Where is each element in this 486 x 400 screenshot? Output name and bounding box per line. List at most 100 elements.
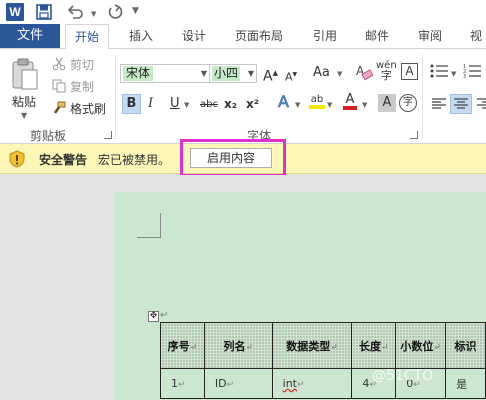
character-shading-button[interactable]: A [378,94,396,112]
undo-dropdown-icon[interactable]: ▼ [91,10,96,18]
data-table[interactable]: 序号↵ 列名↵ 数据类型↵ 长度↵ 小数位↵ 标识 1↵ ID↵ int↵ 4↵… [160,322,486,399]
enclose-characters-button[interactable]: 字 [399,94,417,112]
security-warning-bar: 安全警告 宏已被禁用。 启用内容 [0,144,486,174]
table-header-cell[interactable]: 小数位↵ [395,322,447,369]
change-case-label: Aa [313,65,330,80]
bullets-dropdown-icon[interactable]: ▼ [451,70,456,78]
tab-view[interactable]: 视图 [470,24,486,67]
scissors-icon [52,57,66,76]
highlight-dropdown-icon[interactable]: ▼ [327,101,332,109]
clipboard-launcher-icon[interactable] [104,131,112,139]
format-painter-label: 格式刷 [70,102,107,116]
subscript-label: x₂ [224,97,237,111]
cell-text: 是 [456,377,468,391]
phonetic-guide-button[interactable]: wén 字 [376,61,397,82]
table-cell[interactable]: 是 [445,368,486,399]
enable-content-button[interactable]: 启用内容 [190,148,272,168]
align-left-icon[interactable] [431,96,447,118]
group-divider [115,55,116,139]
font-size-select[interactable]: 小四 ▼ [209,64,257,83]
title-bar: W ▼ ▼ [0,0,486,24]
cell-text: ID [214,377,227,390]
font-name-value: 宋体 [123,66,154,81]
ribbon: 粘贴 ▼ 剪切 复制 格式刷 剪贴板 宋体 ▼ 小四 ▼ A▲ A▼ Aa ▼ … [0,48,486,144]
tab-review[interactable]: 审阅 [418,24,442,48]
change-case-button[interactable]: Aa [313,64,330,82]
table-header-row: 序号↵ 列名↵ 数据类型↵ 长度↵ 小数位↵ 标识 [160,322,486,369]
highlight-label: ab [310,94,324,105]
table-header-cell[interactable]: 序号↵ [160,322,205,369]
format-painter-button[interactable]: 格式刷 [52,100,106,118]
table-header-cell[interactable]: 列名↵ [203,322,273,369]
superscript-label: x² [246,97,259,111]
tab-design[interactable]: 设计 [182,24,206,48]
character-shading-label: A [382,95,392,110]
redo-icon[interactable] [106,3,124,24]
table-cell[interactable]: 1↵ [160,368,205,399]
cell-mark: ↵ [296,380,305,390]
header-text: 长度 [359,339,381,353]
highlight-color-bar [309,105,325,109]
cell-text: int [282,377,297,390]
table-header-cell[interactable]: 长度↵ [351,322,397,369]
tab-file[interactable]: 文件 [0,24,60,48]
character-border-label: A [405,64,414,78]
tab-home[interactable]: 开始 [65,24,109,49]
text-effects-button[interactable]: A [278,92,290,111]
table-move-handle-icon[interactable]: ✥ [148,311,159,322]
font-group-label: 字体 [247,129,272,143]
character-border-button[interactable]: A [401,63,418,80]
tab-references[interactable]: 引用 [313,24,337,48]
font-launcher-icon[interactable] [410,131,418,139]
font-color-dropdown-icon[interactable]: ▼ [362,101,367,109]
copy-label: 复制 [70,80,95,94]
paste-icon[interactable] [10,57,40,93]
grow-font-button[interactable]: A▲ [263,64,278,86]
header-text: 列名 [223,339,246,353]
superscript-button[interactable]: x² [246,95,259,113]
table-cell[interactable]: int↵ [271,368,353,399]
tab-page-layout[interactable]: 页面布局 [235,24,283,48]
clear-format-button[interactable]: A [355,63,374,87]
italic-button[interactable]: I [148,95,153,113]
table-header-cell[interactable]: 数据类型↵ [271,322,353,369]
word-app-icon[interactable]: W [6,3,24,21]
bullets-icon[interactable] [430,63,450,85]
header-text: 小数位 [400,339,434,353]
customize-toolbar-icon[interactable]: ▼ [132,6,139,16]
cell-mark: ↵ [245,342,254,353]
font-name-select[interactable]: 宋体 ▼ [120,64,210,83]
undo-icon[interactable] [66,3,84,24]
bold-button[interactable]: B [122,94,141,114]
cell-mark: ↵ [178,380,186,390]
paste-button[interactable]: 粘贴 [12,93,36,110]
font-color-button[interactable]: A [343,93,357,110]
subscript-button[interactable]: x₂ [224,95,237,113]
enclose-characters-label: 字 [403,97,413,108]
cut-button[interactable]: 剪切 [52,56,94,74]
text-effects-dropdown-icon[interactable]: ▼ [295,101,300,109]
paste-dropdown-icon[interactable]: ▼ [21,111,27,120]
align-right-icon[interactable] [476,96,486,118]
highlight-button[interactable]: ab [309,94,325,109]
header-text: 数据类型 [286,339,331,353]
table-cell[interactable]: ID↵ [203,368,273,399]
numbering-icon[interactable]: 123 [463,63,483,85]
table-header-cell[interactable]: 标识 [445,322,486,369]
svg-text:3: 3 [463,74,466,79]
copy-button[interactable]: 复制 [52,78,94,96]
underline-button[interactable]: U [170,95,180,113]
shrink-font-button[interactable]: A▼ [285,66,297,87]
tab-mailings[interactable]: 邮件 [365,24,389,48]
save-icon[interactable] [36,3,52,24]
align-center-icon[interactable] [450,94,472,114]
header-text: 标识 [454,339,477,353]
phonetic-guide-char: 字 [380,69,392,82]
underline-dropdown-icon[interactable]: ▼ [184,101,189,109]
tab-insert[interactable]: 插入 [129,24,153,48]
security-warning-title: 安全警告 [39,153,88,167]
ribbon-tabs: 文件 开始 插入 设计 页面布局 引用 邮件 审阅 视图 [0,24,486,67]
change-case-dropdown-icon[interactable]: ▼ [337,70,342,78]
bold-label: B [126,96,137,111]
strikethrough-button[interactable]: abc [200,96,218,114]
